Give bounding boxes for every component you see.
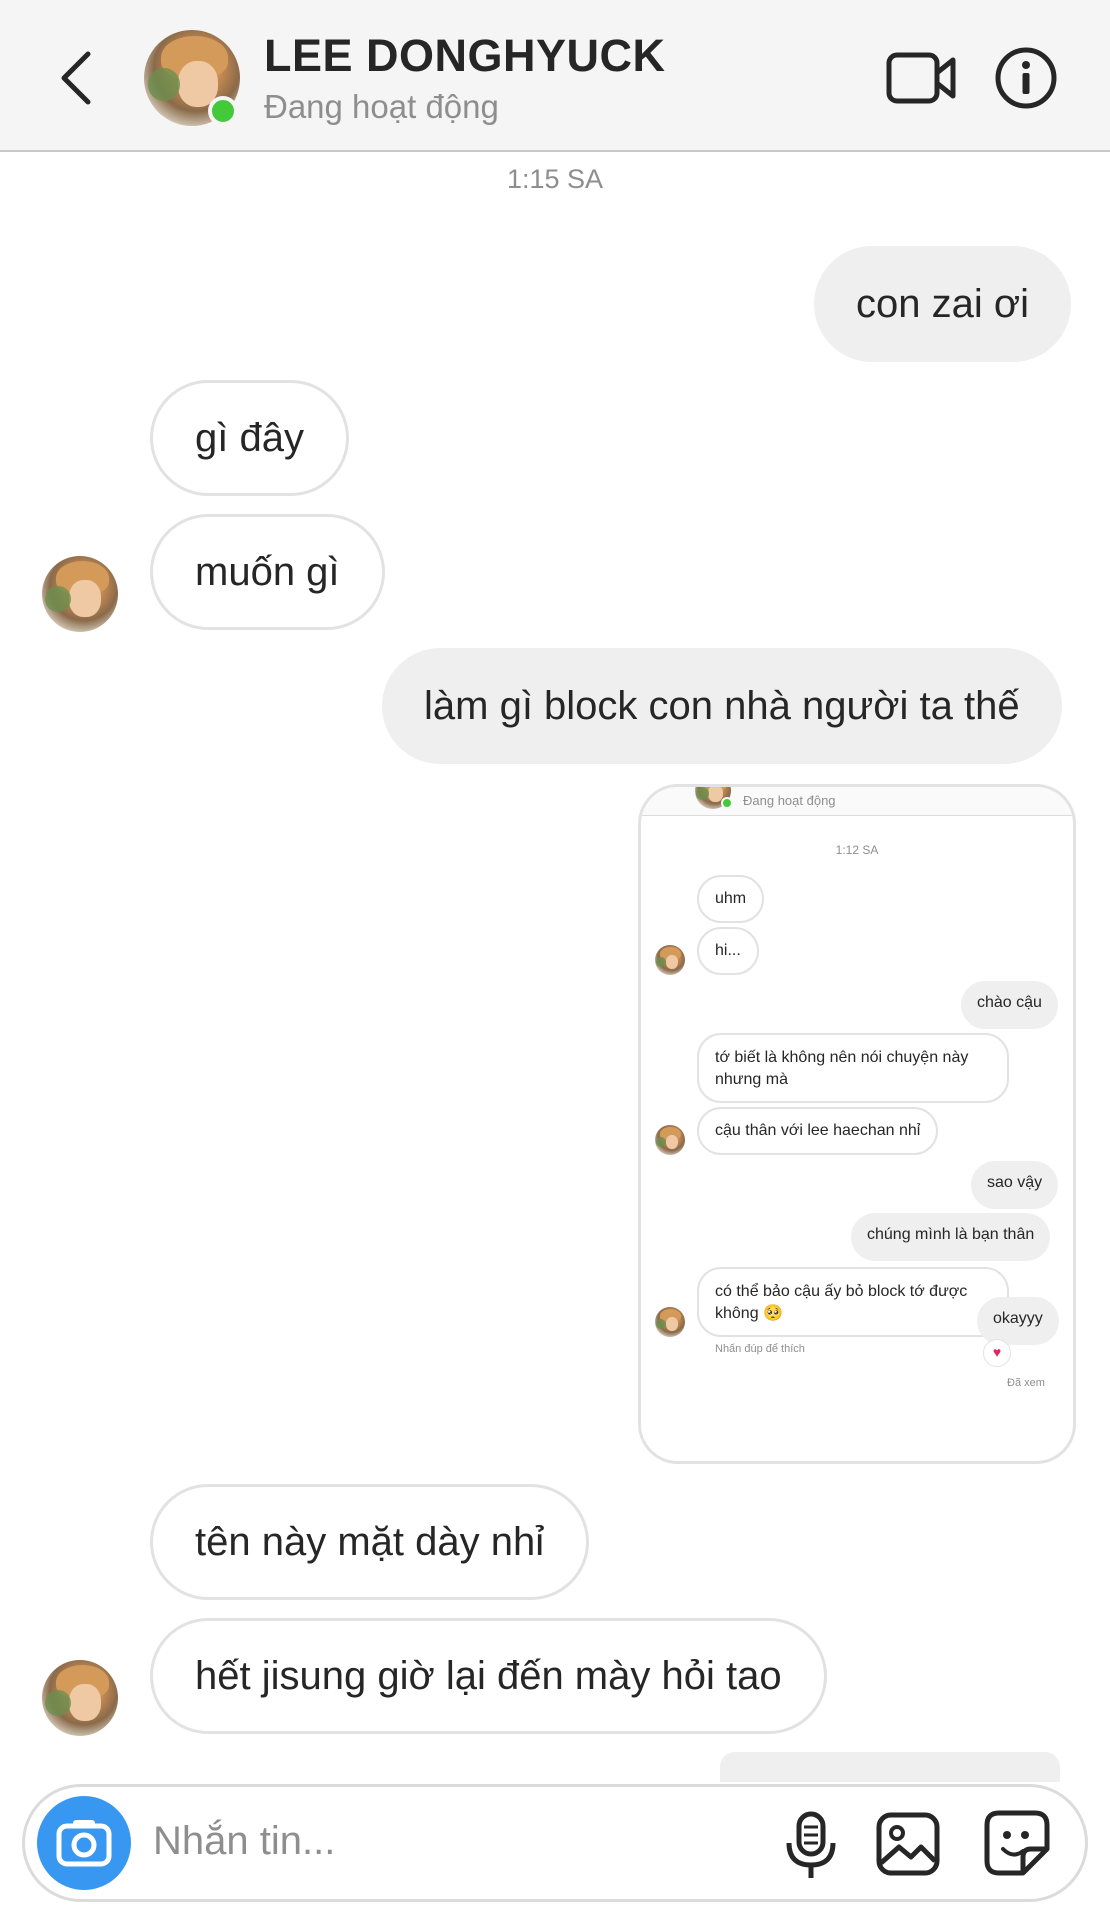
online-indicator [721,797,733,809]
partial-message-bubble [720,1752,1060,1782]
message-input[interactable]: Nhắn tin... [153,1819,335,1864]
chat-header: LEE DONGHYUCK Đang hoạt động [0,0,1110,152]
sender-avatar[interactable] [42,1660,118,1736]
microphone-icon[interactable] [781,1811,841,1881]
message-bubble-incoming[interactable]: hết jisung giờ lại đến mày hỏi tao [150,1618,827,1734]
screenshot-bubble-incoming: tớ biết là không nên nói chuyện này nhưn… [697,1033,1009,1103]
online-indicator [208,96,238,126]
screenshot-timestamp: 1:12 SA [835,843,879,857]
video-call-icon[interactable] [886,50,956,106]
screenshot-like-hint: Nhấn đúp để thích [715,1343,805,1355]
contact-status: Đang hoạt động [264,88,499,125]
screenshot-bubble-incoming: có thể bảo cậu ấy bỏ block tớ được không… [697,1267,1009,1337]
message-bubble-incoming[interactable]: gì đây [150,380,349,496]
screenshot-bubble-outgoing: okayyy [977,1297,1059,1345]
chat-timestamp: 1:15 SA [506,164,604,194]
info-icon[interactable] [994,46,1058,110]
screenshot-bubble-outgoing: sao vậy [971,1161,1059,1209]
screenshot-status: Đang hoạt động [743,793,836,808]
screenshot-sender-avatar [655,1307,685,1337]
screenshot-bubble-incoming: hi... [697,927,759,975]
message-bubble-incoming[interactable]: tên này mặt dày nhỉ [150,1484,590,1600]
shared-screenshot-image[interactable]: Đang hoạt động 1:12 SA uhm hi... chào cậ… [638,784,1076,1464]
message-bubble-incoming[interactable]: muốn gì [150,514,385,630]
camera-icon [56,1820,112,1867]
message-bubble-outgoing[interactable]: làm gì block con nhà người ta thế [382,648,1062,764]
screenshot-bubble-incoming: cậu thân với lee haechan nhỉ [697,1107,939,1155]
heart-reaction-icon: ♥ [983,1339,1011,1367]
message-composer: Nhắn tin... [22,1784,1088,1902]
screenshot-seen-label: Đã xem [1007,1377,1045,1389]
screenshot-bubble-incoming: uhm [697,875,765,923]
screenshot-bubble-outgoing: chào cậu [961,981,1058,1029]
gallery-icon[interactable] [875,1811,941,1877]
screenshot-sender-avatar [655,945,685,975]
screenshot-header: Đang hoạt động [641,787,1073,816]
contact-name[interactable]: LEE DONGHYUCK [264,30,666,82]
message-bubble-outgoing[interactable]: con zai ơi [814,246,1071,362]
sender-avatar[interactable] [42,556,118,632]
back-arrow-icon[interactable] [52,48,102,108]
camera-button[interactable] [37,1796,131,1890]
screenshot-bubble-outgoing: chúng mình là bạn thân [851,1213,1051,1261]
sticker-icon[interactable] [983,1809,1051,1877]
screenshot-sender-avatar [655,1125,685,1155]
